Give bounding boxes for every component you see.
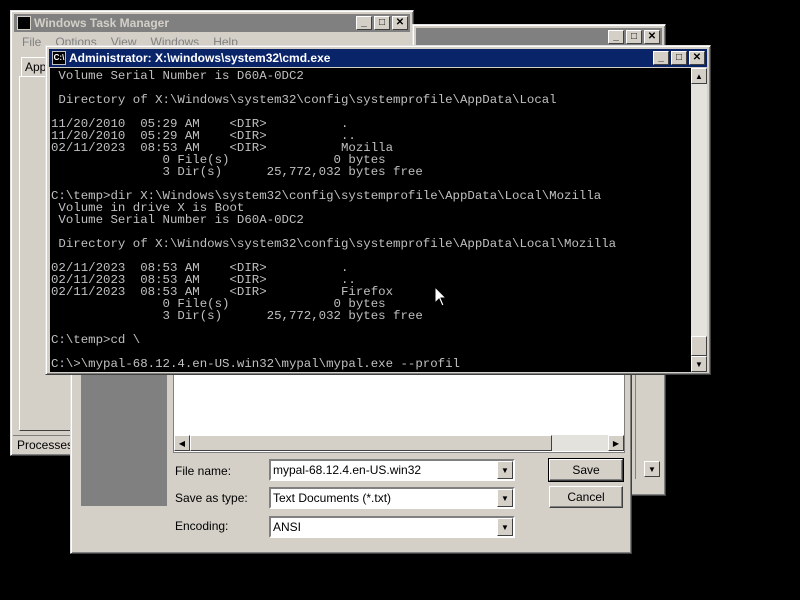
minimize-icon[interactable]: _ [608, 30, 624, 44]
cmd-title: Administrator: X:\windows\system32\cmd.e… [69, 51, 331, 65]
maximize-icon[interactable]: □ [671, 51, 687, 65]
scroll-up-icon[interactable]: ▲ [691, 68, 707, 84]
mouse-cursor-icon [434, 286, 448, 307]
vscroll-thumb[interactable] [691, 336, 707, 356]
close-icon[interactable]: ✕ [689, 51, 705, 65]
close-icon[interactable]: ✕ [392, 16, 408, 30]
task-manager-titlebar[interactable]: Windows Task Manager _ □ ✕ [14, 14, 410, 32]
save-as-type-label: Save as type: [175, 491, 248, 505]
console-vscrollbar[interactable]: ▲ ▼ [691, 68, 707, 372]
encoding-label: Encoding: [175, 519, 229, 533]
file-name-input[interactable]: mypal-68.12.4.en-US.win32 ▼ [269, 459, 515, 481]
file-list-hscrollbar[interactable]: ◀ ▶ [174, 435, 624, 451]
scroll-left-icon[interactable]: ◀ [174, 435, 190, 451]
encoding-select[interactable]: ANSI ▼ [269, 516, 515, 538]
chevron-down-icon[interactable]: ▼ [497, 489, 513, 507]
close-icon[interactable]: ✕ [644, 30, 660, 44]
cancel-button[interactable]: Cancel [549, 486, 623, 508]
scroll-down-icon[interactable]: ▼ [691, 356, 707, 372]
task-manager-title: Windows Task Manager [34, 16, 170, 30]
cmd-window: C:\ Administrator: X:\windows\system32\c… [45, 45, 711, 375]
cmd-titlebar[interactable]: C:\ Administrator: X:\windows\system32\c… [49, 49, 707, 67]
menu-file[interactable]: File [15, 33, 48, 51]
task-manager-icon [17, 16, 31, 30]
maximize-icon[interactable]: □ [374, 16, 390, 30]
chevron-down-icon[interactable]: ▼ [497, 518, 513, 536]
save-button[interactable]: Save [548, 458, 624, 482]
console-text: Volume Serial Number is D60A-0DC2 Direct… [51, 69, 617, 371]
file-name-label: File name: [175, 464, 232, 478]
maximize-icon[interactable]: □ [626, 30, 642, 44]
minimize-icon[interactable]: _ [356, 16, 372, 30]
console-output[interactable]: Volume Serial Number is D60A-0DC2 Direct… [50, 68, 693, 372]
minimize-icon[interactable]: _ [653, 51, 669, 65]
save-as-type-select[interactable]: Text Documents (*.txt) ▼ [269, 487, 515, 509]
scroll-down-icon[interactable]: ▼ [644, 461, 660, 477]
status-processes: Processes [17, 438, 74, 452]
scroll-right-icon[interactable]: ▶ [608, 435, 624, 451]
cmd-icon: C:\ [52, 51, 66, 65]
places-bar [81, 371, 167, 506]
chevron-down-icon[interactable]: ▼ [497, 461, 513, 479]
background-window-titlebar[interactable]: _ □ ✕ [416, 28, 662, 46]
hscroll-thumb[interactable] [190, 435, 552, 451]
